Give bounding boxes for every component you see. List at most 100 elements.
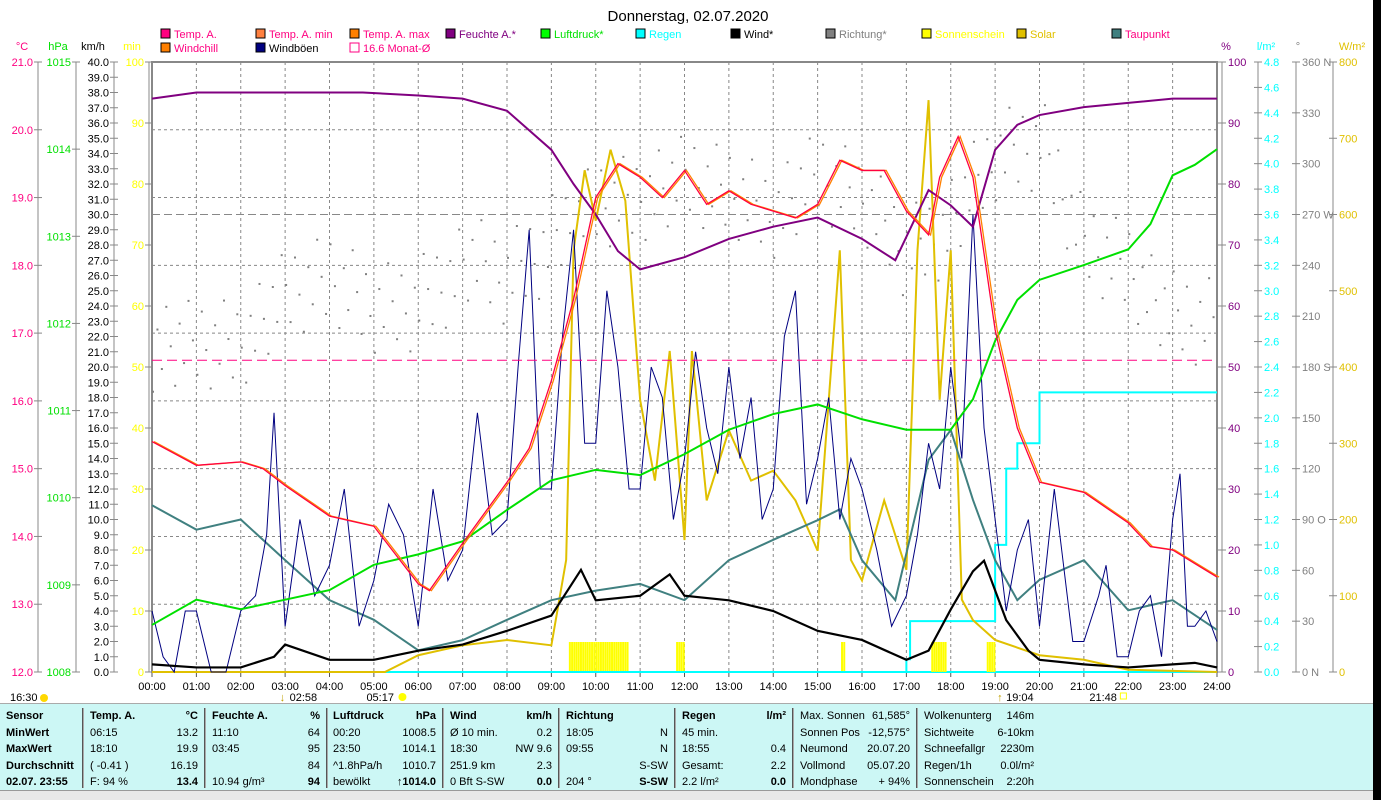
cloud-time: 16:30	[10, 692, 38, 703]
windchill-line	[153, 134, 1220, 592]
direction-point	[693, 147, 696, 150]
dir-time: 204 °	[566, 776, 592, 788]
press-header-unit: hPa	[415, 710, 436, 722]
direction-point	[839, 206, 842, 209]
hum-value: 94	[307, 776, 320, 788]
direction-point	[178, 322, 181, 325]
rain-axis-tick-label: 0.4	[1264, 616, 1279, 628]
direction-point	[799, 167, 802, 170]
wind-header-label: Wind	[450, 710, 477, 722]
wind-axis-tick-label: 3.0	[94, 621, 109, 633]
direction-point	[728, 156, 731, 159]
direction-point	[675, 199, 678, 202]
direction-point	[742, 178, 745, 181]
direction-axis-unit: °	[1296, 41, 1300, 53]
humidity-axis-tick-label: 60	[1228, 301, 1240, 313]
wind-axis-tick-label: 13.0	[88, 469, 109, 481]
direction-point	[449, 260, 452, 263]
direction-point	[724, 223, 727, 226]
x-tick-label: 24:00	[1203, 681, 1231, 693]
pressure-axis-unit: hPa	[48, 41, 68, 53]
rain-axis-tick-label: 0.6	[1264, 591, 1279, 603]
direction-point	[1123, 298, 1126, 301]
hum-time: 03:45	[212, 743, 240, 755]
direction-point	[564, 197, 567, 200]
humidity-axis-tick-label: 20	[1228, 545, 1240, 557]
wind-axis-unit: km/h	[81, 41, 105, 53]
legend-swatch	[1111, 28, 1122, 39]
humidity-axis-tick-label: 50	[1228, 362, 1240, 374]
direction-point	[680, 135, 683, 138]
moonset-icon: ↓	[280, 692, 286, 703]
temp-axis-tick-label: 21.0	[12, 57, 33, 69]
direction-point	[427, 288, 430, 291]
direction-point	[373, 351, 376, 354]
x-tick-label: 11:00	[627, 681, 654, 693]
direction-point	[1012, 143, 1015, 146]
direction-point	[489, 301, 492, 304]
direction-point	[325, 312, 328, 315]
direction-point	[555, 229, 558, 232]
direction-point	[458, 228, 461, 231]
rain-time: 18:55	[682, 743, 710, 755]
direction-point	[240, 346, 243, 349]
sun-row: Vollmond 05.07.20	[794, 758, 916, 775]
direction-point	[382, 325, 385, 328]
solar-axis-tick-label: 300	[1339, 438, 1357, 450]
legend-label: Taupunkt	[1125, 29, 1170, 41]
direction-point	[1132, 278, 1135, 281]
wind-axis-tick-label: 31.0	[88, 194, 109, 206]
temp-value: 16.19	[170, 759, 198, 772]
legend-swatch	[160, 42, 171, 53]
rain-axis-tick-label: 4.6	[1264, 82, 1279, 94]
humidity-axis-tick-label: 10	[1228, 606, 1240, 618]
direction-point	[1128, 233, 1131, 236]
sunshine-axis-tick-label: 80	[132, 179, 144, 191]
direction-point	[187, 299, 190, 302]
direction-point	[569, 232, 572, 235]
sensor-column: Sensor MinWert MaxWert Durchschnitt 02.07. 2…	[0, 708, 84, 788]
direction-point	[347, 309, 350, 312]
rain-axis-tick-label: 1.4	[1264, 489, 1279, 501]
direction-point	[249, 314, 252, 317]
rain-axis-tick-label: 1.8	[1264, 438, 1279, 450]
misc-label: Wolkenunterg	[924, 710, 992, 722]
moonset-time: 02:58	[290, 692, 318, 703]
direction-point	[1154, 299, 1157, 302]
x-tick-label: 08:00	[493, 681, 521, 693]
sun-label: Mondphase	[800, 776, 858, 788]
rain-header-label: Regen	[682, 710, 716, 722]
rain-axis-tick-label: 2.8	[1264, 311, 1279, 323]
direction-point	[475, 279, 478, 282]
direction-point	[662, 187, 665, 190]
direction-point	[1097, 256, 1100, 259]
legend-label: Windchill	[174, 43, 218, 55]
direction-point	[542, 231, 545, 234]
rain-axis-tick-label: 2.4	[1264, 362, 1279, 374]
direction-point	[444, 326, 447, 329]
direction-point	[649, 175, 651, 178]
direction-point	[657, 149, 660, 152]
direction-point	[387, 262, 390, 265]
direction-point	[964, 176, 967, 179]
solar-axis-tick-label: 700	[1339, 133, 1357, 145]
direction-point	[746, 219, 749, 222]
solar-axis-tick-label: 0	[1339, 667, 1345, 679]
direction-point	[1008, 106, 1011, 109]
x-tick-label: 22:00	[1114, 681, 1142, 693]
wind-axis-tick-label: 37.0	[88, 103, 109, 115]
x-tick-label: 06:00	[404, 681, 432, 693]
direction-axis-tick-label: 300	[1302, 159, 1320, 171]
direction-point	[271, 286, 274, 289]
direction-point	[413, 286, 416, 289]
legend-label: Temp. A.	[174, 29, 217, 41]
dir-value: S-SW	[639, 776, 668, 788]
pressure-axis-tick-label: 1012	[47, 318, 71, 330]
rain-axis-tick-label: 3.2	[1264, 260, 1279, 272]
direction-point	[1061, 198, 1064, 201]
wind-axis-tick-label: 24.0	[88, 301, 109, 313]
hum-time: 10.94 g/m³	[212, 776, 265, 788]
direction-axis-tick-label: 120	[1302, 464, 1320, 476]
direction-point	[285, 283, 288, 286]
humidity-axis-tick-label: 80	[1228, 179, 1240, 191]
